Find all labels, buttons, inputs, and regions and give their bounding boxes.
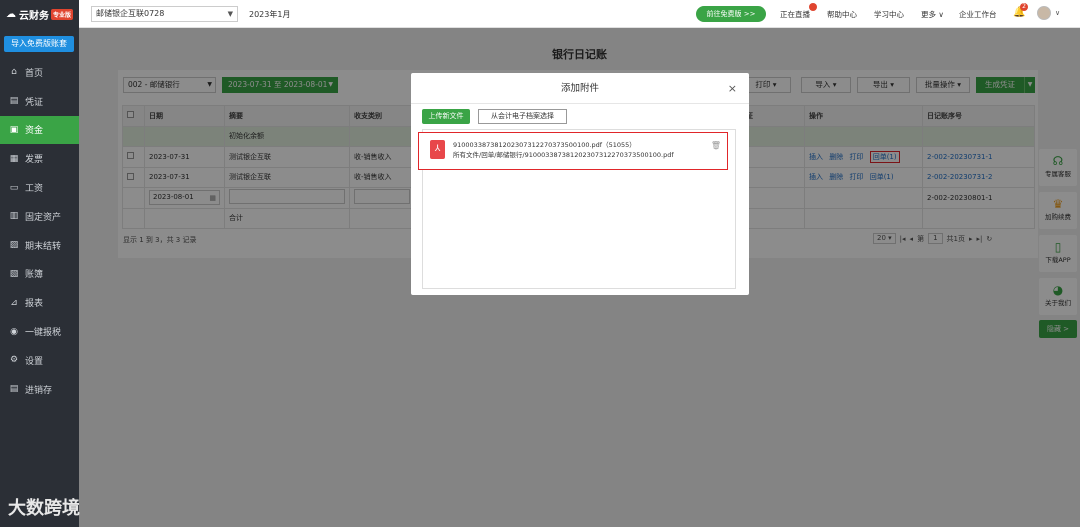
company-select[interactable]: 邮储银企互联0728 ▼ bbox=[91, 6, 238, 22]
file-path: 所有文件/回单/邮储银行/910003387381202307312270373… bbox=[453, 151, 674, 159]
dialog-title: 添加附件 bbox=[560, 83, 599, 94]
live-dot-icon bbox=[809, 3, 817, 11]
nav-icon: ⌂ bbox=[11, 67, 17, 78]
sidebar-item-label: 资金 bbox=[25, 126, 44, 137]
top-bar: 邮储银企互联0728 ▼ 2023年1月 前往免费版 >> 正在直播 帮助中心 … bbox=[79, 0, 1080, 28]
sidebar-item-2[interactable]: ▣ 资金 bbox=[0, 115, 79, 145]
trash-icon[interactable]: 🗑 bbox=[711, 141, 721, 150]
logo-text: 云财务 bbox=[19, 10, 49, 22]
sidebar-item-label: 期末结转 bbox=[25, 241, 62, 252]
nav-icon: ▤ bbox=[9, 384, 19, 395]
sidebar-item-5[interactable]: ▥ 固定资产 bbox=[0, 202, 79, 231]
sidebar-item-label: 设置 bbox=[25, 356, 44, 367]
file-name: 910003387381202307312270373500100.pdf（51… bbox=[453, 141, 636, 149]
sidebar-nav: ⌂ 首页 ▤ 凭证 ▣ 资金 ▦ 发票 ▭ 工资 ▥ 固定资产 ▨ 期末结转 ▧ 账簿 ⊿ 报表 ◉ 一键报税 ⚙ 设置 ▤… bbox=[0, 58, 79, 404]
sidebar-item-0[interactable]: ⌂ 首页 bbox=[0, 58, 79, 87]
select-from-archive-button[interactable]: 从会计电子档案选择 bbox=[478, 109, 567, 124]
nav-icon: ▨ bbox=[9, 240, 19, 251]
sidebar-item-10[interactable]: ⚙ 设置 bbox=[0, 346, 79, 375]
sidebar-item-9[interactable]: ◉ 一键报税 bbox=[0, 317, 79, 346]
go-free-version-button[interactable]: 前往免费版 >> bbox=[696, 6, 766, 22]
notification-badge: 2 bbox=[1020, 3, 1028, 11]
sidebar-item-4[interactable]: ▭ 工资 bbox=[0, 173, 79, 202]
sidebar: ☁ 云财务 专业版 导入免费版账套 ⌂ 首页 ▤ 凭证 ▣ 资金 ▦ 发票 ▭ 工资 ▥ 固定资产 ▨ 期… bbox=[0, 0, 79, 527]
avatar[interactable] bbox=[1037, 6, 1051, 20]
import-free-ledger-button[interactable]: 导入免费版账套 bbox=[4, 36, 74, 52]
logo-badge: 专业版 bbox=[51, 8, 74, 20]
link-live[interactable]: 正在直播 bbox=[780, 9, 810, 20]
sidebar-item-7[interactable]: ▧ 账簿 bbox=[0, 260, 79, 289]
link-workbench[interactable]: 企业工作台 bbox=[959, 9, 997, 20]
company-name: 邮储银企互联0728 bbox=[96, 9, 165, 18]
link-help[interactable]: 帮助中心 bbox=[827, 9, 857, 20]
link-more[interactable]: 更多 ∨ bbox=[921, 9, 944, 20]
nav-icon: ▦ bbox=[9, 153, 19, 164]
close-icon[interactable]: × bbox=[728, 73, 737, 104]
sidebar-item-label: 一键报税 bbox=[25, 328, 62, 339]
pdf-icon: ⅄ bbox=[430, 140, 445, 159]
sidebar-item-label: 工资 bbox=[25, 184, 44, 195]
sidebar-item-label: 账簿 bbox=[25, 270, 44, 281]
nav-icon: ⚙ bbox=[9, 355, 19, 366]
watermark-text: 大数跨境 bbox=[8, 498, 80, 519]
nav-icon: ▤ bbox=[9, 96, 19, 107]
upload-new-file-button[interactable]: 上传新文件 bbox=[422, 109, 470, 124]
cloud-icon: ☁ bbox=[6, 8, 16, 20]
link-learn[interactable]: 学习中心 bbox=[874, 9, 904, 20]
dialog-header: 添加附件 × bbox=[411, 73, 749, 104]
chevron-down-icon[interactable]: ∨ bbox=[1055, 9, 1060, 17]
sidebar-item-label: 发票 bbox=[25, 155, 44, 166]
nav-icon: ▭ bbox=[9, 182, 19, 193]
file-list-item[interactable]: ⅄ 910003387381202307312270373500100.pdf（… bbox=[418, 132, 728, 170]
sidebar-item-8[interactable]: ⊿ 报表 bbox=[0, 288, 79, 317]
add-attachment-dialog: 添加附件 × 上传新文件 从会计电子档案选择 ⅄ 910003387381202… bbox=[411, 73, 749, 295]
nav-icon: ◉ bbox=[10, 326, 18, 337]
sidebar-item-1[interactable]: ▤ 凭证 bbox=[0, 87, 79, 116]
sidebar-item-label: 固定资产 bbox=[25, 212, 62, 223]
nav-icon: ▣ bbox=[9, 124, 19, 135]
sidebar-item-3[interactable]: ▦ 发票 bbox=[0, 144, 79, 173]
nav-icon: ▥ bbox=[9, 211, 19, 222]
nav-icon: ▧ bbox=[9, 268, 19, 279]
watermark: 大数跨境 bbox=[8, 494, 80, 520]
sidebar-item-label: 报表 bbox=[25, 299, 44, 310]
sidebar-item-6[interactable]: ▨ 期末结转 bbox=[0, 231, 79, 260]
nav-icon: ⊿ bbox=[10, 297, 18, 308]
chevron-down-icon: ▼ bbox=[227, 10, 233, 18]
sidebar-item-11[interactable]: ▤ 进销存 bbox=[0, 375, 79, 404]
app-logo[interactable]: ☁ 云财务 专业版 bbox=[0, 0, 79, 28]
sidebar-item-label: 凭证 bbox=[25, 97, 44, 108]
period-label[interactable]: 2023年1月 bbox=[249, 9, 290, 20]
sidebar-item-label: 首页 bbox=[25, 68, 44, 79]
sidebar-item-label: 进销存 bbox=[25, 385, 53, 396]
